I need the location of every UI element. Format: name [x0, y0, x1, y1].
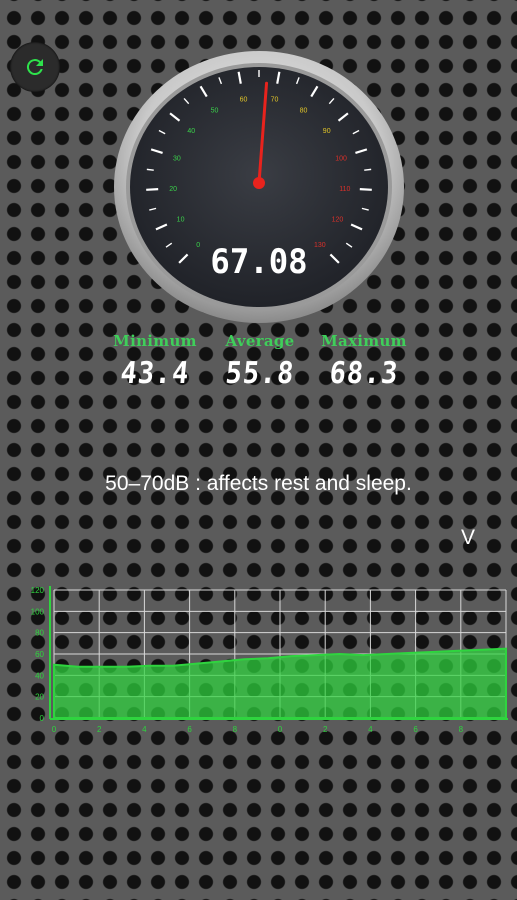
average-stat: Average 55.8	[208, 332, 312, 391]
y-tick-label: 20	[35, 693, 44, 702]
chart-area-series	[53, 647, 507, 719]
y-tick-label: 40	[35, 671, 44, 680]
x-tick-label: 8	[233, 725, 238, 734]
x-tick-label: 6	[413, 725, 418, 734]
chart-svg: 020406080100120 0246802468	[31, 586, 508, 734]
gauge-major-tick	[359, 188, 372, 191]
x-tick-label: 0	[278, 725, 283, 734]
gauge-tick-label: 110	[339, 186, 350, 193]
x-tick-label: 8	[459, 725, 464, 734]
y-tick-label: 120	[31, 586, 45, 595]
gauge-tick-label: 120	[332, 216, 344, 223]
chart-x-ticks: 0 2 4 6 8 0 2 4 6 8	[52, 725, 464, 734]
x-tick-label: 0	[52, 725, 57, 734]
stats-panel: Minimum 43.4 Average 55.8 Maximum 68.3	[0, 332, 517, 402]
gauge-tick-label: 60	[240, 96, 248, 103]
gauge-tick-label: 20	[169, 186, 177, 193]
minimum-stat: Minimum 43.4	[103, 332, 207, 391]
y-tick-label: 80	[35, 629, 44, 638]
refresh-button[interactable]	[10, 42, 60, 92]
gauge-tick-label: 10	[177, 216, 185, 223]
gauge-major-tick	[146, 188, 159, 191]
sound-level-gauge: 0 10 20 30 40 50 60 70 80 90 100 110 120 130 67.08	[113, 50, 405, 324]
noise-level-description: 50–70dB : affects rest and sleep.	[105, 472, 412, 495]
x-tick-label: 2	[97, 725, 102, 734]
gauge-tick-label: 40	[187, 128, 195, 135]
gauge-tick-label: 30	[173, 155, 181, 162]
decibel-history-chart: 0 20 40 60 80 100 120 0246802468	[24, 572, 512, 743]
y-tick-label: 100	[31, 607, 45, 616]
gauge-tick-label: 80	[300, 107, 308, 114]
gauge-tick-label: 0	[196, 242, 200, 249]
average-label: Average	[225, 332, 295, 350]
maximum-stat: Maximum 68.3	[312, 332, 416, 391]
gauge-tick-label: 90	[323, 128, 331, 135]
gauge-minor-tick	[146, 168, 154, 171]
gauge-tick-label: 70	[271, 96, 279, 103]
refresh-icon	[26, 59, 43, 76]
gauge-tick-label: 50	[211, 107, 219, 114]
minimum-value: 43.4	[119, 356, 191, 391]
minimum-label: Minimum	[113, 332, 197, 350]
average-value: 55.8	[224, 356, 296, 391]
x-tick-label: 4	[368, 725, 373, 734]
gauge-tick-label: 130	[314, 242, 326, 249]
y-tick-label: 60	[35, 650, 44, 659]
gauge-readout: 67.08	[210, 241, 307, 281]
graph-toggle-button[interactable]: V	[455, 526, 481, 554]
needle-hub	[253, 177, 265, 189]
gauge-tick-label: 100	[335, 155, 347, 162]
gauge-dial: 0 10 20 30 40 50 60 70 80 90 100 110 120 130 67.08	[114, 51, 404, 323]
chart-y-ticks: 0 20 40 60 80 100 120	[31, 586, 45, 723]
x-tick-label: 4	[142, 725, 147, 734]
maximum-value: 68.3	[328, 356, 400, 391]
x-tick-label: 2	[323, 725, 328, 734]
gauge-minor-tick	[364, 168, 372, 171]
x-tick-label: 6	[187, 725, 192, 734]
maximum-label: Maximum	[321, 332, 407, 350]
y-tick-label: 0	[40, 714, 45, 723]
